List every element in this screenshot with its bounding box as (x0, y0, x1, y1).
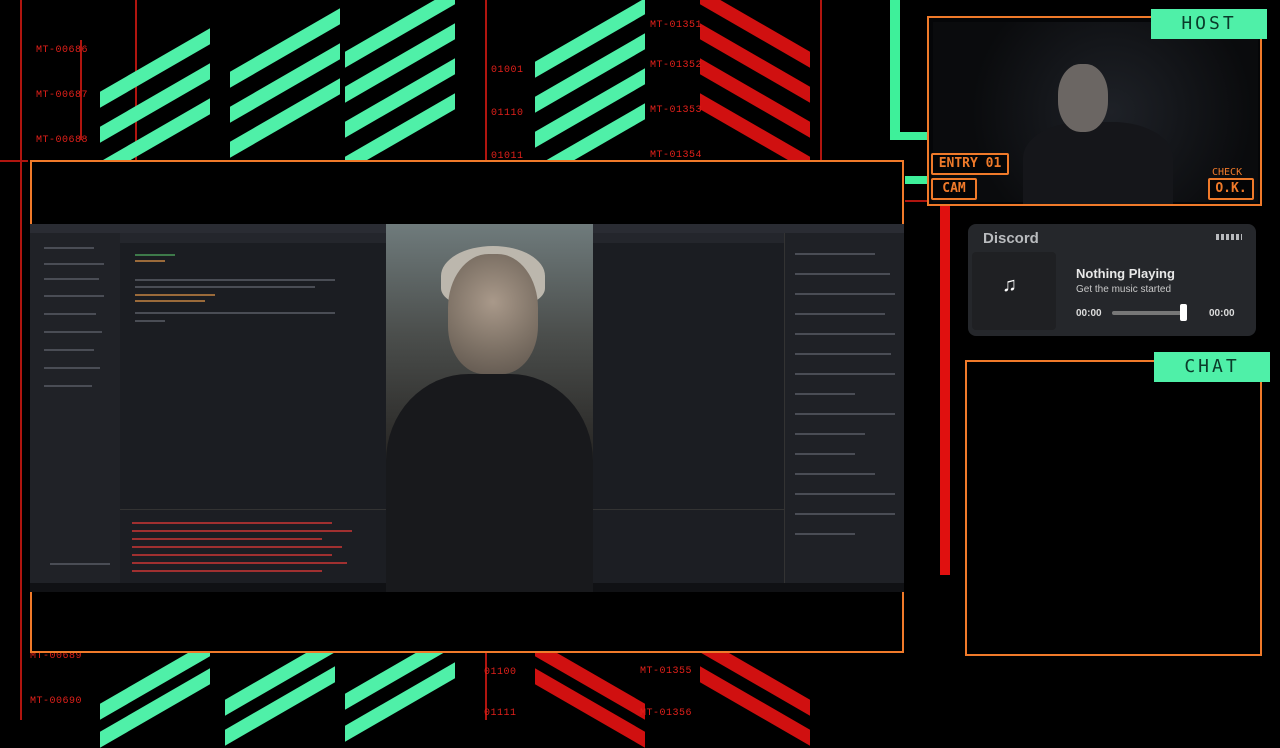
screen-share-content (30, 224, 904, 592)
bg-code-label: MT-00688 (36, 135, 89, 146)
cam-label: CAM (931, 178, 977, 200)
time-total: 00:00 (1209, 308, 1235, 319)
bg-code-label: MT-01356 (640, 708, 693, 719)
progress-bar (1112, 311, 1182, 315)
bg-binary-label: 01100 (484, 667, 517, 678)
discord-music-widget: Discord ♫ Nothing Playing Get the music … (968, 224, 1256, 336)
track-subtitle: Get the music started (1076, 284, 1172, 295)
ok-label: O.K. (1208, 178, 1254, 200)
check-label: CHECK (1212, 167, 1243, 178)
bg-code-label: MT-01355 (640, 666, 693, 677)
album-art: ♫ (972, 252, 1056, 330)
bg-code-label: MT-00687 (36, 90, 89, 101)
editor-extensions-sidebar (30, 233, 120, 583)
bg-code-label: MT-01353 (650, 105, 703, 116)
entry-label: ENTRY 01 (931, 153, 1009, 175)
editor-chat-panel (784, 233, 904, 583)
chat-tag: CHAT (1154, 352, 1270, 382)
track-title: Nothing Playing (1076, 266, 1175, 281)
bg-binary-label: 01001 (491, 65, 524, 76)
bg-code-label: MT-01351 (650, 20, 703, 31)
bg-binary-label: 01111 (484, 708, 517, 719)
bg-code-label: MT-00690 (30, 696, 83, 707)
host-tag: HOST (1151, 9, 1267, 39)
guest-webcam (386, 224, 593, 592)
more-dots-icon (1216, 234, 1242, 240)
bg-code-label: MT-00686 (36, 45, 89, 56)
time-elapsed: 00:00 (1076, 308, 1102, 319)
music-note-icon: ♫ (1002, 274, 1017, 296)
chat-frame (965, 360, 1262, 656)
progress-knob (1180, 304, 1187, 321)
host-webcam (933, 22, 1258, 204)
bg-binary-label: 01110 (491, 108, 524, 119)
bg-code-label: MT-01352 (650, 60, 703, 71)
discord-title: Discord (983, 230, 1039, 247)
